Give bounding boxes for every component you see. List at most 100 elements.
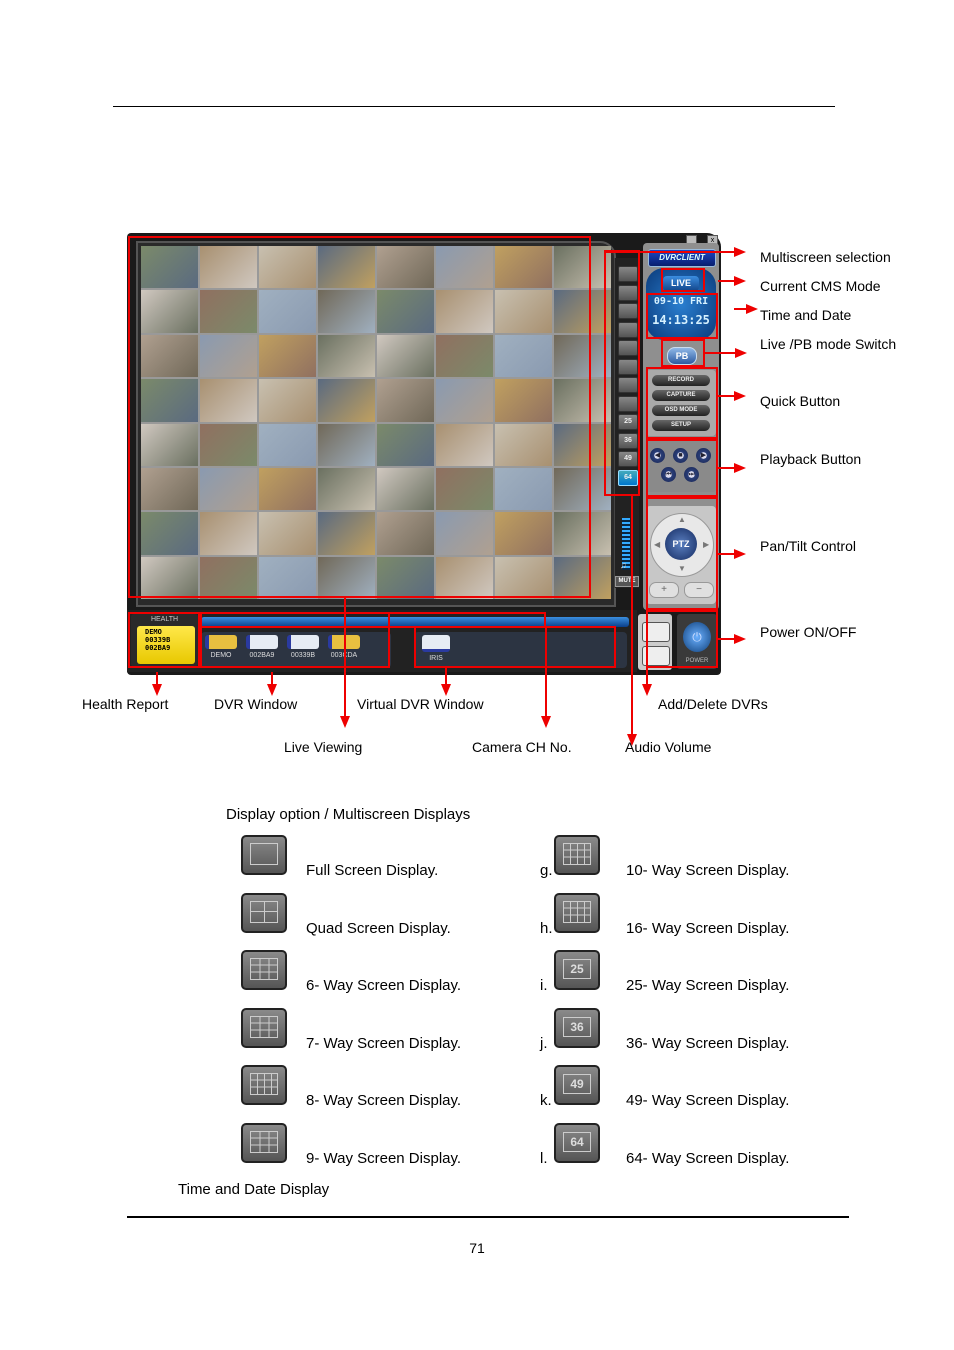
annotation-camera-ch [200, 612, 546, 628]
arrow-icon [734, 549, 746, 559]
multiscreen-layout-icon: 64 [554, 1122, 600, 1163]
layout-grid [563, 900, 591, 923]
legend-label: 49- Way Screen Display. [626, 1092, 790, 1109]
leader-line [445, 668, 447, 684]
annotation-cms-mode [661, 268, 705, 292]
annotation-pb-switch [661, 339, 705, 367]
legend-letter: g. [540, 862, 553, 879]
legend-label: Quad Screen Display. [306, 919, 451, 937]
layout-grid [250, 843, 278, 865]
legend-letter: l. [540, 1149, 548, 1167]
annotation-quick-button [646, 367, 718, 439]
legend-label: Full Screen Display. [306, 862, 439, 879]
callout-cms-mode: Current CMS Mode [760, 278, 881, 294]
multiscreen-layout-icon: 36 [554, 1007, 600, 1048]
footer-rule [127, 1216, 849, 1218]
multiscreen-layout-icon [241, 950, 287, 990]
layout-grid [250, 958, 278, 980]
legend-label: 25- Way Screen Display. [626, 977, 790, 994]
legend-label: 36- Way Screen Display. [626, 1034, 790, 1052]
callout-quick-button: Quick Button [760, 393, 841, 409]
annotation-playback [646, 439, 718, 497]
legend-label: 9- Way Screen Display. [306, 1149, 462, 1167]
arrow-icon [267, 684, 277, 696]
arrow-icon [541, 716, 551, 728]
arrow-icon [734, 634, 746, 644]
multiscreen-layout-icon [241, 1007, 287, 1048]
legend-letter: i. [540, 977, 548, 994]
layout-grid [250, 1015, 278, 1038]
legend-letter: h. [540, 919, 553, 937]
leader-line [718, 280, 734, 282]
annotation-health [128, 612, 200, 668]
multiscreen-layout-icon: 49 [554, 1065, 600, 1105]
multiscreen-layout-icon [241, 1122, 287, 1163]
leader-line [156, 672, 158, 684]
header-rule [113, 106, 835, 107]
callout-multiscreen: Multiscreen selection [760, 249, 891, 265]
arrow-icon [642, 684, 652, 696]
leader-line [734, 308, 746, 310]
section-heading: Time and Date Display [178, 1181, 330, 1198]
multiscreen-layout-icon [554, 835, 600, 875]
annotation-virtual-dvr [414, 626, 616, 668]
callout-ptz: Pan/Tilt Control [760, 538, 856, 554]
arrow-icon [734, 463, 746, 473]
leader-line [271, 672, 273, 684]
legend-label: 10- Way Screen Display. [626, 862, 790, 879]
arrow-icon [734, 247, 746, 257]
arrow-icon [152, 684, 162, 696]
legend-label: 7- Way Screen Display. [306, 1034, 462, 1052]
callout-playback: Playback Button [760, 451, 862, 467]
arrow-icon [746, 304, 758, 314]
arrow-icon [340, 716, 350, 728]
multiscreen-layout-icon [241, 835, 287, 875]
layout-grid [250, 1073, 278, 1095]
layout-number: 36 [563, 1016, 591, 1037]
legend-label: 64- Way Screen Display. [626, 1149, 790, 1167]
mute-button[interactable]: MUTE [615, 576, 639, 587]
leader-line [344, 598, 346, 716]
legend-heading: Display option / Multiscreen Displays [226, 806, 471, 823]
layout-number: 25 [563, 959, 591, 979]
callout-time-date: Time and Date [760, 307, 852, 323]
page-number: 71 [469, 1240, 485, 1256]
leader-line [718, 553, 734, 555]
callout-pb-switch: Live /PB mode Switch [760, 336, 897, 352]
multiscreen-layout-icon [241, 892, 287, 933]
legend-label: 8- Way Screen Display. [306, 1092, 462, 1109]
legend-letter: j. [540, 1034, 548, 1052]
multiscreen-layout-icon [554, 892, 600, 933]
legend-label: 16- Way Screen Display. [626, 919, 790, 937]
arrow-icon [735, 348, 747, 358]
annotation-ptz [646, 497, 718, 610]
arrow-icon [441, 684, 451, 696]
leader-line [631, 496, 633, 736]
legend-letter: k. [540, 1092, 552, 1109]
arrow-icon [734, 391, 746, 401]
leader-line [705, 352, 735, 354]
annotation-time-date [646, 293, 718, 339]
legend-label: 6- Way Screen Display. [306, 977, 462, 994]
leader-line [718, 395, 734, 397]
leader-line [718, 467, 734, 469]
callout-dvr-window: DVR Window [214, 696, 298, 712]
callout-add-delete: Add/Delete DVRs [658, 696, 768, 712]
layout-grid [250, 1130, 278, 1153]
leader-line [545, 628, 547, 716]
callout-audio-volume: Audio Volume [625, 739, 712, 755]
speaker-icon: ♫ [620, 560, 627, 570]
layout-grid [563, 843, 591, 865]
leader-line [604, 251, 734, 253]
multiscreen-layout-icon [241, 1065, 287, 1105]
callout-health: Health Report [82, 696, 169, 712]
callout-power: Power ON/OFF [760, 624, 857, 640]
leader-line [718, 638, 734, 640]
multiscreen-layout-icon: 25 [554, 950, 600, 990]
layout-number: 64 [563, 1131, 591, 1152]
annotation-power [646, 610, 718, 668]
layout-grid [250, 900, 278, 923]
annotation-multiscreen [604, 250, 640, 496]
callout-live-viewing: Live Viewing [284, 739, 363, 755]
callout-virtual-dvr: Virtual DVR Window [357, 696, 484, 712]
